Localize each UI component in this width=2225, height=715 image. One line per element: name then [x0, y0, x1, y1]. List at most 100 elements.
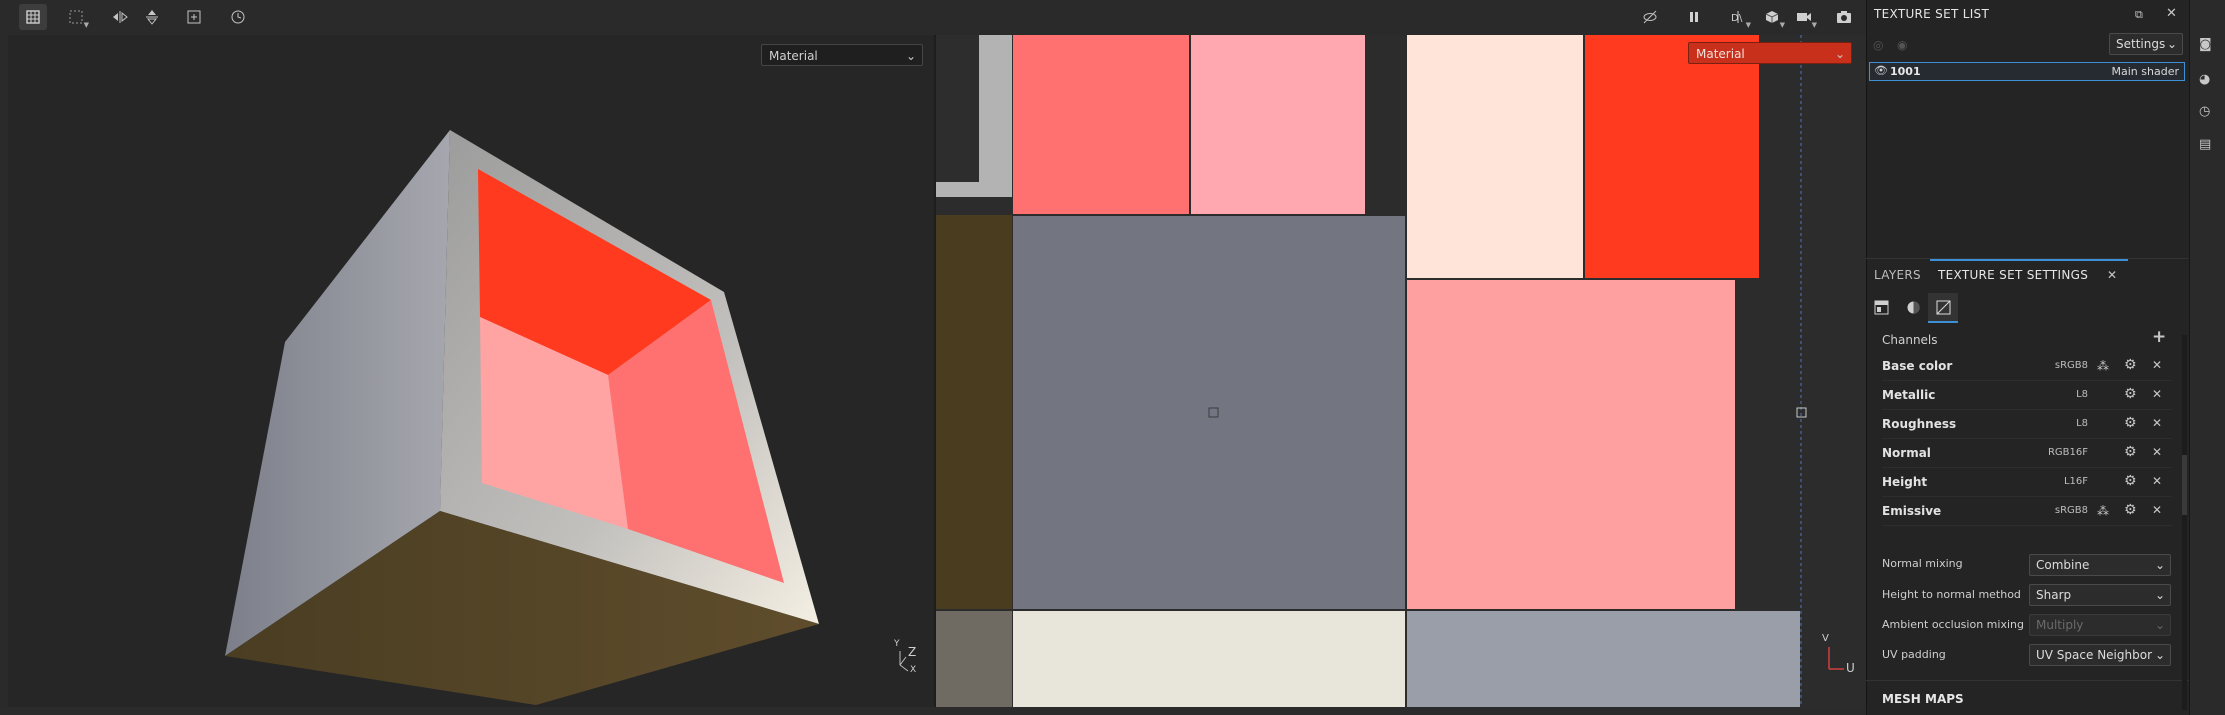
mirror-y-icon[interactable]	[138, 4, 166, 30]
display-settings-icon[interactable]: ◙	[2199, 38, 2212, 52]
close-tab-icon[interactable]: ✕	[2107, 268, 2117, 282]
mesh-maps-title[interactable]: MESH MAPS	[1882, 692, 1964, 706]
tab-layers[interactable]: LAYERS	[1874, 268, 1921, 282]
selection-mode-icon[interactable]: ▼	[62, 4, 90, 30]
select-tool-icon[interactable]	[19, 4, 47, 30]
gear-icon[interactable]: ⚙	[2124, 473, 2137, 489]
channel-name: Metallic	[1882, 388, 1936, 402]
channel-format: L8	[2076, 418, 2088, 429]
svg-text:\: \	[1739, 13, 1743, 24]
remove-channel-icon[interactable]: ✕	[2152, 474, 2162, 488]
texture-set-shader: Main shader	[2111, 65, 2179, 78]
shader-icon[interactable]	[1906, 300, 1921, 318]
uv-settings-tab[interactable]	[1928, 293, 1958, 323]
axis-z-label: Z	[908, 645, 917, 659]
hide-all-icon[interactable]: ◎	[1873, 38, 1883, 52]
chevron-down-icon: ⌄	[2166, 37, 2177, 51]
pause-icon[interactable]	[1680, 4, 1708, 30]
uv-padding-select[interactable]: UV Space Neighbor ⌄	[2029, 644, 2171, 666]
axis-x-label: X	[910, 665, 917, 675]
uv-layout	[936, 35, 1807, 707]
capture-icon[interactable]	[1830, 4, 1858, 30]
add-channel-icon[interactable]: +	[2152, 329, 2166, 346]
axis-gizmo-2d: V U	[1822, 633, 1858, 675]
undock-icon[interactable]: ⧉	[2135, 8, 2143, 22]
viewport-2d-mode-value: Material	[1696, 47, 1745, 61]
channel-name: Roughness	[1882, 417, 1957, 431]
channel-row[interactable]: Normal RGB16F ⚙ ✕	[1882, 440, 2172, 468]
remove-channel-icon[interactable]: ✕	[2152, 416, 2162, 430]
cube-view-icon[interactable]: ▼	[1758, 4, 1786, 30]
channel-row[interactable]: Height L16F ⚙ ✕	[1882, 469, 2172, 497]
axis-v-label: V	[1822, 633, 1829, 644]
uv-icon	[1936, 300, 1951, 315]
split-view-icon[interactable]: D \ ▼	[1724, 4, 1752, 30]
height-to-normal-label: Height to normal method	[1882, 588, 2021, 601]
channel-row[interactable]: Metallic L8 ⚙ ✕	[1882, 382, 2172, 410]
bottom-status-bar	[0, 707, 1866, 715]
channel-format: sRGB8	[2054, 505, 2088, 516]
mirror-x-icon[interactable]	[106, 4, 134, 30]
ao-mixing-label: Ambient occlusion mixing	[1882, 618, 2024, 631]
texture-set-item[interactable]: 👁 1001 Main shader	[1869, 62, 2185, 81]
remove-channel-icon[interactable]: ✕	[2152, 358, 2162, 372]
normal-mixing-value: Combine	[2036, 558, 2090, 572]
add-icon[interactable]	[180, 4, 208, 30]
remove-channel-icon[interactable]: ✕	[2152, 387, 2162, 401]
remove-channel-icon[interactable]: ✕	[2152, 445, 2162, 459]
normal-mixing-select[interactable]: Combine ⌄	[2029, 554, 2171, 576]
section-divider	[1866, 680, 2189, 681]
texture-set-settings-dropdown[interactable]: Settings ⌄	[2109, 33, 2183, 55]
channel-row[interactable]: Roughness L8 ⚙ ✕	[1882, 411, 2172, 439]
gear-icon[interactable]: ⚙	[2124, 386, 2137, 402]
remove-channel-icon[interactable]: ✕	[2152, 503, 2162, 517]
channel-name: Height	[1882, 475, 1928, 489]
gear-icon[interactable]: ⚙	[2124, 502, 2137, 518]
channel-format: L8	[2076, 389, 2088, 400]
close-icon[interactable]: ✕	[2166, 7, 2177, 21]
channel-format: sRGB8	[2054, 360, 2088, 371]
viewport-3d-mode-select[interactable]: Material ⌄	[761, 44, 923, 66]
gear-icon[interactable]: ⚙	[2124, 444, 2137, 460]
axis-gizmo-3d: Y Z X	[892, 639, 922, 681]
shader-settings-icon[interactable]: ◕	[2199, 73, 2210, 87]
visibility-eye-icon[interactable]: 👁	[1874, 64, 1888, 77]
height-to-normal-value: Sharp	[2036, 588, 2072, 602]
normal-mixing-label: Normal mixing	[1882, 557, 1963, 570]
viewport-2d-mode-select[interactable]: Material ⌄	[1688, 42, 1852, 64]
uv-padding-label: UV padding	[1882, 648, 1946, 661]
log-icon[interactable]: ▤	[2199, 138, 2211, 152]
chevron-down-icon: ▼	[1745, 21, 1751, 29]
ao-mixing-select: Multiply ⌄	[2029, 614, 2171, 636]
channel-format: L16F	[2063, 476, 2088, 487]
axis-u-label: U	[1846, 661, 1855, 675]
texture-set-icon[interactable]	[1874, 300, 1889, 318]
chevron-down-icon: ⌄	[905, 49, 916, 63]
show-all-icon[interactable]: ◉	[1897, 38, 1907, 52]
gear-icon[interactable]: ⚙	[2124, 357, 2137, 373]
active-tab-indicator	[1930, 259, 2128, 261]
chevron-down-icon: ▼	[1811, 21, 1817, 29]
height-to-normal-select[interactable]: Sharp ⌄	[2029, 584, 2171, 606]
uv-padding-value: UV Space Neighbor	[2036, 648, 2152, 662]
color-channels-icon[interactable]: ⁂	[2097, 359, 2109, 373]
viewport-2d[interactable]: Material ⌄ V U	[936, 35, 1866, 707]
history-icon[interactable]	[224, 4, 252, 30]
settings-dropdown-label: Settings	[2116, 37, 2166, 51]
panel-scrollbar[interactable]	[2182, 335, 2187, 710]
scrollbar-thumb[interactable]	[2182, 455, 2187, 515]
camera-icon[interactable]: ▼	[1790, 4, 1818, 30]
texture-set-name: 1001	[1890, 65, 1921, 78]
color-channels-icon[interactable]: ⁂	[2097, 504, 2109, 518]
axis-y-label: Y	[894, 639, 900, 649]
viewport-3d[interactable]: Material ⌄ Y Z X	[8, 35, 934, 707]
history-panel-icon[interactable]: ◷	[2199, 105, 2210, 119]
channel-row[interactable]: Base color sRGB8 ⁂ ⚙ ✕	[1882, 353, 2172, 381]
chevron-down-icon: ⌄	[1834, 47, 1845, 61]
tab-texture-set-settings[interactable]: TEXTURE SET SETTINGS	[1938, 268, 2088, 282]
channels-title: Channels	[1882, 333, 1938, 347]
gear-icon[interactable]: ⚙	[2124, 415, 2137, 431]
chevron-down-icon: ⌄	[2154, 588, 2165, 602]
channel-row[interactable]: Emissive sRGB8 ⁂ ⚙ ✕	[1882, 498, 2172, 526]
hide-icon[interactable]	[1636, 4, 1664, 30]
